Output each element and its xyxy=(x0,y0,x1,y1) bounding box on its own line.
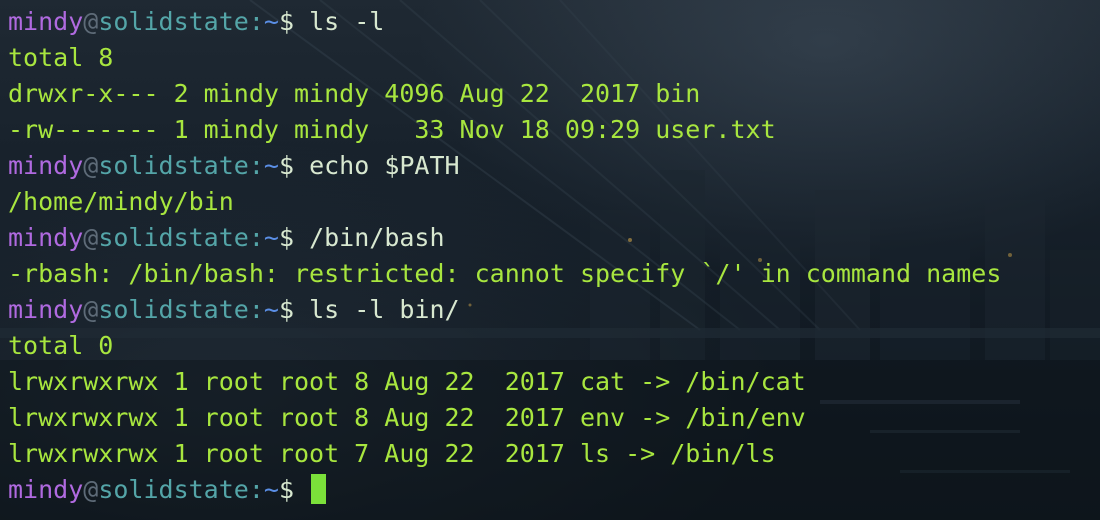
prompt-user: mindy xyxy=(8,223,84,252)
prompt-host: solidstate xyxy=(98,151,249,180)
prompt-host: solidstate xyxy=(98,7,249,36)
prompt-symbol: $ xyxy=(278,295,310,324)
prompt-line: mindy@solidstate:~$ echo $PATH xyxy=(8,148,1090,184)
prompt-at: @ xyxy=(83,151,99,180)
terminal-output: mindy@solidstate:~$ ls -l total 8 drwxr-x-… xyxy=(8,4,1090,508)
prompt-at: @ xyxy=(83,295,99,324)
prompt-separator: : xyxy=(248,7,264,36)
prompt-path: ~ xyxy=(263,475,279,504)
prompt-symbol: $ xyxy=(278,475,310,504)
output-line: drwxr-x--- 2 mindy mindy 4096 Aug 22 201… xyxy=(8,76,1090,112)
prompt-symbol: $ xyxy=(278,7,310,36)
command-text: /bin/bash xyxy=(309,223,445,252)
output-text: drwxr-x--- 2 mindy mindy 4096 Aug 22 201… xyxy=(8,79,701,108)
output-text: lrwxrwxrwx 1 root root 8 Aug 22 2017 env… xyxy=(8,403,806,432)
prompt-line: mindy@solidstate:~$ ls -l xyxy=(8,4,1090,40)
output-text: /home/mindy/bin xyxy=(8,187,234,216)
prompt-at: @ xyxy=(83,223,99,252)
output-line: /home/mindy/bin xyxy=(8,184,1090,220)
output-text: lrwxrwxrwx 1 root root 8 Aug 22 2017 cat… xyxy=(8,367,806,396)
prompt-line: mindy@solidstate:~$ xyxy=(8,472,1090,508)
prompt-line: mindy@solidstate:~$ /bin/bash xyxy=(8,220,1090,256)
prompt-at: @ xyxy=(83,7,99,36)
text-cursor[interactable] xyxy=(311,474,327,504)
output-line: lrwxrwxrwx 1 root root 8 Aug 22 2017 cat… xyxy=(8,364,1090,400)
prompt-symbol: $ xyxy=(278,223,310,252)
output-line: lrwxrwxrwx 1 root root 8 Aug 22 2017 env… xyxy=(8,400,1090,436)
output-line: total 8 xyxy=(8,40,1090,76)
output-text: total 0 xyxy=(8,331,114,360)
output-line: lrwxrwxrwx 1 root root 7 Aug 22 2017 ls … xyxy=(8,436,1090,472)
prompt-symbol: $ xyxy=(278,151,310,180)
command-text: ls -l xyxy=(309,7,385,36)
prompt-line: mindy@solidstate:~$ ls -l bin/ xyxy=(8,292,1090,328)
prompt-user: mindy xyxy=(8,151,84,180)
prompt-path: ~ xyxy=(263,151,279,180)
command-text: ls -l bin/ xyxy=(309,295,460,324)
command-text: echo $PATH xyxy=(309,151,460,180)
prompt-separator: : xyxy=(248,223,264,252)
prompt-separator: : xyxy=(248,151,264,180)
output-text: lrwxrwxrwx 1 root root 7 Aug 22 2017 ls … xyxy=(8,439,776,468)
prompt-user: mindy xyxy=(8,475,84,504)
prompt-host: solidstate xyxy=(98,223,249,252)
output-text: total 8 xyxy=(8,43,114,72)
output-line: -rbash: /bin/bash: restricted: cannot sp… xyxy=(8,256,1090,292)
prompt-separator: : xyxy=(248,475,264,504)
output-line: total 0 xyxy=(8,328,1090,364)
prompt-path: ~ xyxy=(263,223,279,252)
prompt-user: mindy xyxy=(8,295,84,324)
prompt-host: solidstate xyxy=(98,295,249,324)
output-text: -rw------- 1 mindy mindy 33 Nov 18 09:29… xyxy=(8,115,776,144)
prompt-path: ~ xyxy=(263,7,279,36)
prompt-at: @ xyxy=(83,475,99,504)
output-line: -rw------- 1 mindy mindy 33 Nov 18 09:29… xyxy=(8,112,1090,148)
terminal-window[interactable]: mindy@solidstate:~$ ls -l total 8 drwxr-x-… xyxy=(0,0,1100,520)
prompt-user: mindy xyxy=(8,7,84,36)
prompt-path: ~ xyxy=(263,295,279,324)
output-text: -rbash: /bin/bash: restricted: cannot sp… xyxy=(8,259,1002,288)
prompt-separator: : xyxy=(248,295,264,324)
prompt-host: solidstate xyxy=(98,475,249,504)
